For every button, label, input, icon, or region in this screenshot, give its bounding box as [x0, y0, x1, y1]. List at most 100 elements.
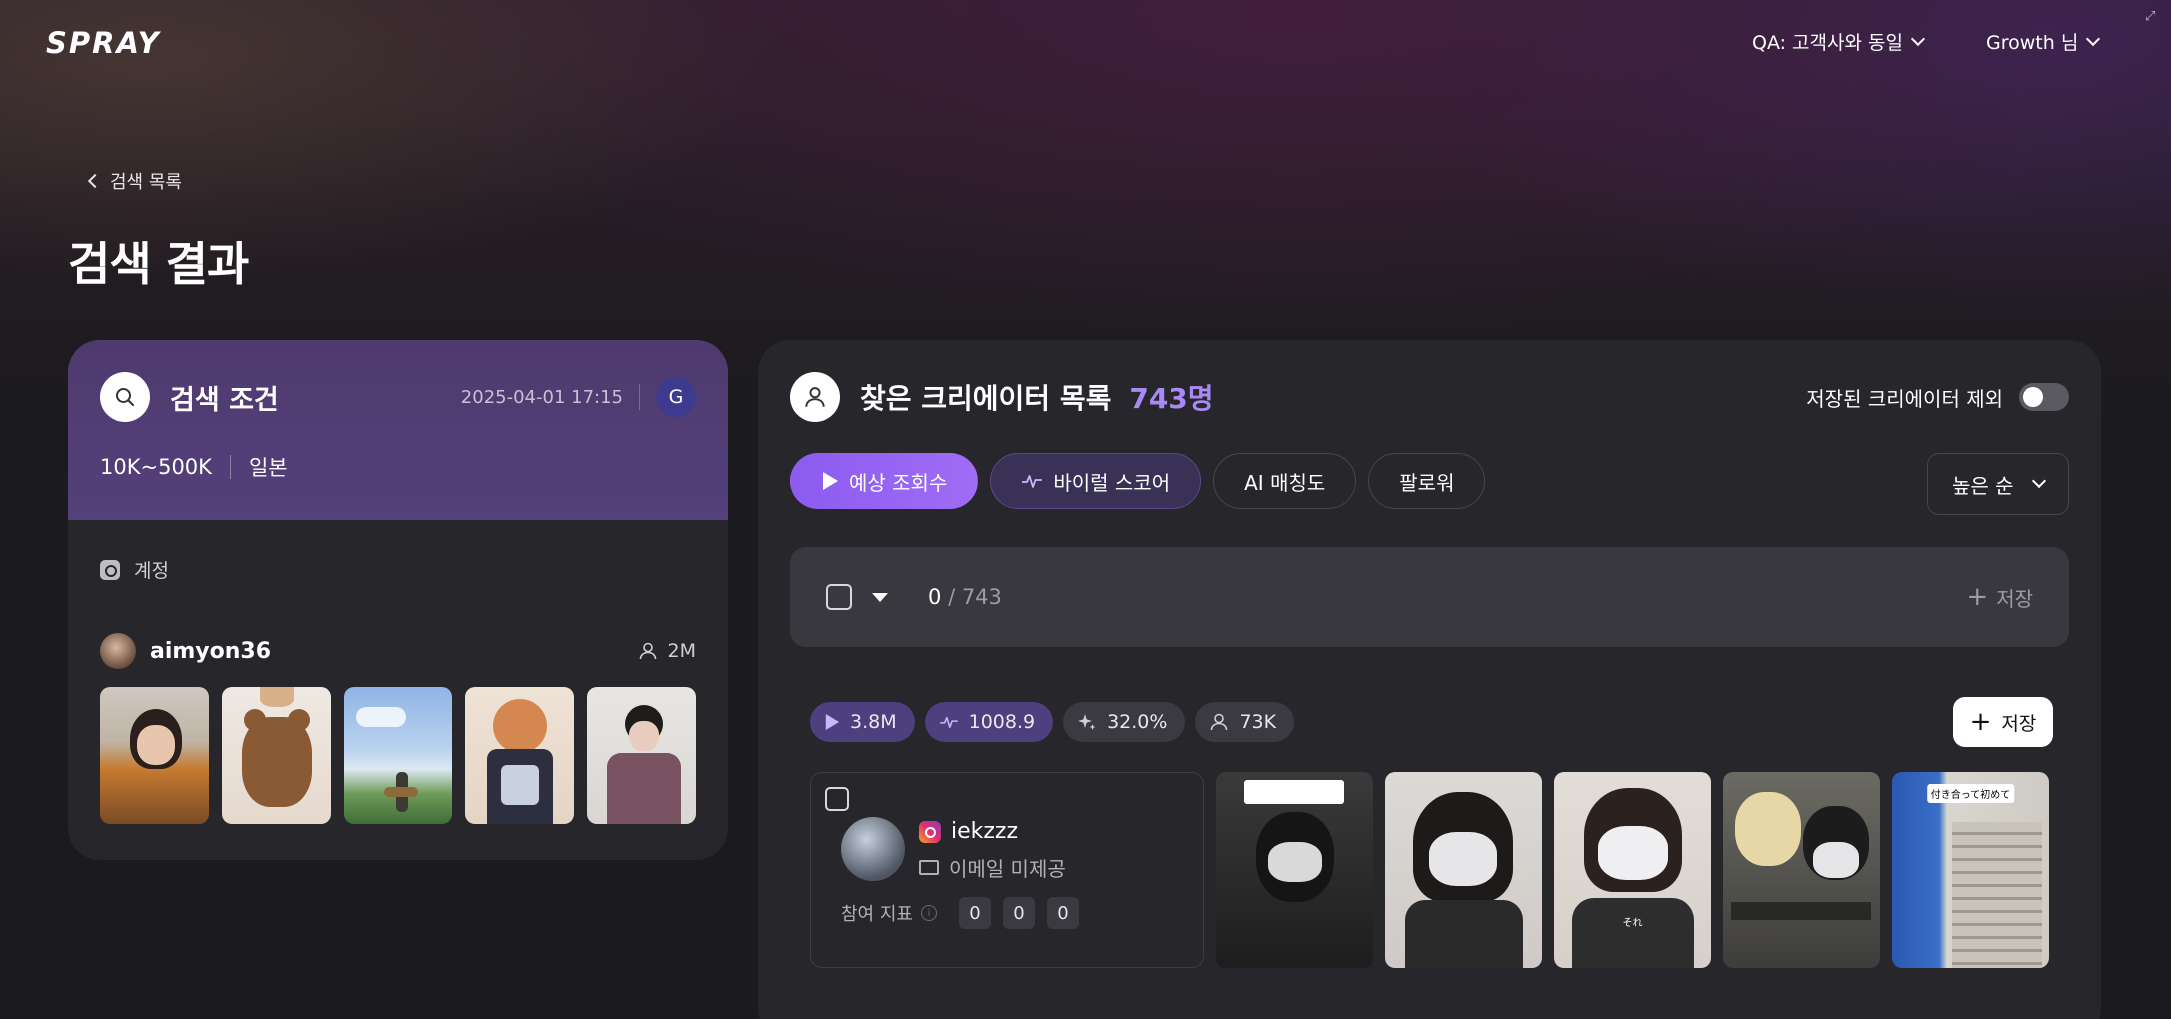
search-icon: [100, 372, 150, 422]
plus-icon: +: [1969, 707, 1992, 737]
plus-icon: +: [1966, 582, 1989, 612]
save-creator-button[interactable]: + 저장: [1953, 697, 2053, 747]
creator-stats: 3.8M 1008.9 32.0% 73K: [810, 702, 1295, 742]
tab-viral-score[interactable]: 바이럴 스코어: [990, 453, 1202, 509]
info-icon[interactable]: i: [920, 905, 937, 921]
play-icon: [823, 472, 838, 490]
video-thumbnail[interactable]: 付き合って初めて: [1892, 772, 2049, 968]
engagement-metric: 0: [1002, 897, 1035, 929]
select-all-checkbox[interactable]: [826, 584, 852, 610]
chevron-down-icon: [2086, 31, 2101, 46]
stat-value: 1008.9: [968, 711, 1036, 733]
follower-range-tag: 10K~500K: [100, 455, 212, 479]
creator-results-card: 찾은 크리에이터 목록 743명 저장된 크리에이터 제외 예상 조회수 바이럴…: [758, 340, 2101, 1019]
account-section-label: 계정: [134, 560, 169, 582]
divider: [229, 455, 231, 479]
chevron-down-icon: [2031, 473, 2047, 489]
selected-count: 0: [928, 585, 942, 609]
video-caption: それ: [1622, 918, 1643, 929]
page-title: 검색 결과: [68, 237, 249, 291]
stat-value: 32.0%: [1107, 711, 1168, 733]
video-thumbnail[interactable]: [100, 687, 209, 824]
follower-count: 2M: [667, 640, 696, 662]
engagement-label: 참여 지표: [841, 904, 913, 925]
user-icon: [790, 372, 840, 422]
sort-order-select[interactable]: 높은 순: [1927, 453, 2069, 515]
pulse-icon: [1022, 475, 1043, 488]
user-menu-dropdown[interactable]: Growth 님: [1986, 28, 2101, 55]
tab-label: 바이럴 스코어: [1053, 470, 1171, 495]
bulk-selection-bar: 0 / 743 + 저장: [790, 547, 2069, 647]
logo-text: SPRAY: [46, 26, 161, 60]
chevron-left-icon: [87, 173, 103, 189]
stat-value: 73K: [1239, 711, 1277, 733]
video-thumbnail[interactable]: [343, 687, 453, 824]
video-thumbnail[interactable]: [1385, 772, 1542, 968]
metric-tabs: 예상 조회수 바이럴 스코어 AI 매칭도 팔로워: [790, 453, 1486, 509]
tab-followers[interactable]: 팔로워: [1368, 453, 1486, 509]
reference-thumbnails: [68, 669, 728, 824]
save-label: 저장: [2001, 712, 2037, 735]
email-status: 이메일 미제공: [949, 857, 1066, 881]
ai-matching-badge: 32.0%: [1063, 702, 1186, 742]
results-title: 찾은 크리에이터 목록: [860, 382, 1112, 415]
sparkle-icon: [1078, 714, 1096, 730]
reference-account-row: aimyon36 2M: [68, 583, 728, 669]
video-thumbnail[interactable]: [587, 687, 696, 824]
tab-expected-views[interactable]: 예상 조회수: [790, 453, 979, 509]
creator-initial-badge: G: [656, 377, 696, 417]
sort-order-value: 높은 순: [1952, 473, 2014, 498]
creator-info[interactable]: iekzzz 이메일 미제공 참여 지표 i 0 0 0: [810, 772, 1204, 968]
total-count: / 743: [948, 585, 1002, 609]
search-conditions-card: 검색 조건 2025-04-01 17:15 G 10K~500K 일본 계정 …: [68, 340, 728, 860]
tab-ai-matching[interactable]: AI 매칭도: [1213, 453, 1357, 509]
viral-score-badge: 1008.9: [924, 702, 1054, 742]
video-thumbnail[interactable]: [1723, 772, 1880, 968]
creator-checkbox[interactable]: [825, 787, 849, 811]
bulk-save-label: 저장: [1996, 586, 2033, 611]
exclude-saved-toggle[interactable]: [2019, 383, 2069, 411]
workspace-dropdown[interactable]: QA: 고객사와 동일: [1752, 28, 1926, 55]
instagram-icon: [919, 820, 941, 843]
toggle-knob: [2023, 387, 2043, 407]
caret-down-icon[interactable]: [872, 592, 888, 602]
country-tag: 일본: [248, 456, 288, 480]
creator-video-thumbnails: それ 付き合って初めて: [1216, 772, 2049, 968]
search-conditions-header: 검색 조건 2025-04-01 17:15 G 10K~500K 일본: [68, 340, 728, 520]
spray-logo[interactable]: SPRAY: [46, 26, 161, 60]
mail-icon: [919, 860, 939, 875]
chevron-down-icon: [1910, 31, 1926, 46]
search-date: 2025-04-01 17:15: [460, 386, 623, 408]
engagement-metric: 0: [1046, 897, 1079, 929]
avatar: [841, 817, 905, 881]
expected-views-badge: 3.8M: [810, 702, 915, 742]
video-thumbnail[interactable]: それ: [1554, 772, 1711, 968]
divider: [639, 384, 640, 410]
avatar: [100, 633, 136, 669]
back-to-search-list-link[interactable]: 검색 목록: [86, 168, 182, 194]
expand-icon[interactable]: ⤢: [2145, 10, 2159, 24]
tab-label: AI 매칭도: [1244, 470, 1326, 495]
user-label: Growth 님: [1986, 32, 2079, 54]
results-count: 743명: [1129, 382, 1214, 415]
pulse-icon: [939, 716, 958, 729]
user-icon: [639, 642, 656, 660]
user-icon: [1211, 713, 1228, 731]
bulk-save-button[interactable]: + 저장: [1966, 583, 2033, 612]
instagram-icon: [100, 559, 120, 580]
video-thumbnail[interactable]: [465, 687, 575, 824]
selection-count: 0 / 743: [928, 585, 1002, 609]
video-thumbnail[interactable]: [1216, 772, 1373, 968]
creator-handle[interactable]: iekzzz: [951, 819, 1018, 844]
engagement-metric: 0: [958, 897, 991, 929]
video-caption: 付き合って初めて: [1926, 784, 2015, 803]
tab-label: 팔로워: [1399, 470, 1455, 495]
play-icon: [825, 714, 840, 730]
back-link-label: 검색 목록: [110, 172, 182, 193]
video-thumbnail[interactable]: [221, 687, 331, 824]
followers-badge: 73K: [1195, 702, 1295, 742]
workspace-label: QA: 고객사와 동일: [1752, 32, 1903, 54]
reference-account-name: aimyon36: [150, 638, 272, 664]
search-conditions-title: 검색 조건: [170, 384, 279, 416]
exclude-saved-label: 저장된 크리에이터 제외: [1806, 386, 2003, 411]
